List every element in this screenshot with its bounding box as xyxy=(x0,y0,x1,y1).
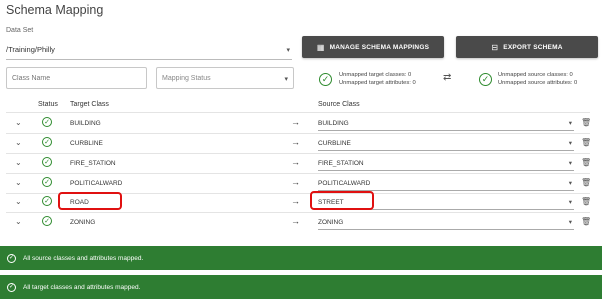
chevron-down-icon[interactable]: ⌄ xyxy=(15,197,22,206)
unmapped-source-info: Unmapped source classes: 0 Unmapped sour… xyxy=(498,71,577,87)
arrow-right-icon: → xyxy=(291,137,300,147)
chevron-down-icon[interactable]: ⌄ xyxy=(15,217,22,226)
check-circle-icon: ✓ xyxy=(42,196,52,206)
target-class-name: POLITICALWARD xyxy=(70,180,123,187)
highlight-box xyxy=(58,192,122,210)
trash-icon[interactable]: 🗑 xyxy=(581,138,591,147)
export-icon: ⊟ xyxy=(491,42,499,52)
row-divider xyxy=(6,153,590,154)
source-class-select[interactable]: BUILDING ▾ xyxy=(318,116,574,131)
unmapped-target-attributes: Unmapped target attributes: 0 xyxy=(339,80,416,86)
trash-icon[interactable]: 🗑 xyxy=(581,178,591,187)
table-icon: ▦ xyxy=(316,42,325,52)
source-class-value: FIRE_STATION xyxy=(318,160,364,167)
chevron-down-icon[interactable]: ⌄ xyxy=(15,178,22,187)
chevron-down-icon[interactable]: ⌄ xyxy=(15,138,22,147)
target-class-name: CURBLINE xyxy=(70,140,103,147)
class-name-input[interactable] xyxy=(6,67,147,89)
check-circle-icon: ✓ xyxy=(479,73,492,86)
unmapped-source-classes: Unmapped source classes: 0 xyxy=(498,72,573,78)
export-button-label: EXPORT SCHEMA xyxy=(503,43,563,51)
dropdown-caret-icon: ▾ xyxy=(568,219,572,226)
target-class-name: ROAD xyxy=(70,199,89,206)
check-circle-icon: ✓ xyxy=(42,177,52,187)
unmapped-target-info: Unmapped target classes: 0 Unmapped targ… xyxy=(339,71,416,87)
arrow-right-icon: → xyxy=(291,216,300,226)
mapping-status-select[interactable]: Mapping Status ▾ xyxy=(156,67,294,89)
dropdown-caret-icon: ▾ xyxy=(284,76,288,83)
mapping-status-placeholder: Mapping Status xyxy=(162,75,211,82)
source-class-column-header: Source Class xyxy=(318,101,360,108)
arrow-right-icon: → xyxy=(291,196,300,206)
target-class-name: ZONING xyxy=(70,219,96,226)
dropdown-caret-icon: ▾ xyxy=(568,199,572,206)
trash-icon[interactable]: 🗑 xyxy=(581,197,591,206)
dataset-label: Data Set xyxy=(6,27,34,34)
check-circle-icon: ✓ xyxy=(42,117,52,127)
unmapped-source-attributes: Unmapped source attributes: 0 xyxy=(498,80,578,86)
row-divider xyxy=(6,173,590,174)
check-circle-icon: ✓ xyxy=(319,73,332,86)
source-class-value: POLITICALWARD xyxy=(318,180,371,187)
class-name-field[interactable] xyxy=(12,75,132,82)
target-banner-text: All target classes and attributes mapped… xyxy=(23,283,141,291)
highlight-box xyxy=(310,191,374,210)
page-title: Schema Mapping xyxy=(6,3,104,17)
trash-icon[interactable]: 🗑 xyxy=(581,158,591,167)
dropdown-caret-icon: ▾ xyxy=(286,47,290,54)
source-class-select[interactable]: FIRE_STATION ▾ xyxy=(318,156,574,171)
source-mapped-banner: ✓ All source classes and attributes mapp… xyxy=(0,246,602,270)
target-mapped-banner: ✓ All target classes and attributes mapp… xyxy=(0,275,602,299)
source-class-select[interactable]: ZONING ▾ xyxy=(318,215,574,230)
manage-button-label: MANAGE SCHEMA MAPPINGS xyxy=(329,43,430,51)
header-divider xyxy=(6,112,590,113)
source-banner-text: All source classes and attributes mapped… xyxy=(23,254,144,262)
swap-arrows-icon[interactable]: ⇄ xyxy=(443,72,451,83)
status-column-header: Status xyxy=(38,101,58,108)
dataset-select[interactable]: /Training/Philly ▾ xyxy=(6,41,292,60)
dropdown-caret-icon: ▾ xyxy=(568,140,572,147)
check-circle-icon: ✓ xyxy=(42,157,52,167)
arrow-right-icon: → xyxy=(291,157,300,167)
unmapped-target-classes: Unmapped target classes: 0 xyxy=(339,72,412,78)
target-class-name: FIRE_STATION xyxy=(70,160,116,167)
arrow-right-icon: → xyxy=(291,177,300,187)
trash-icon[interactable]: 🗑 xyxy=(581,217,591,226)
arrow-right-icon: → xyxy=(291,117,300,127)
source-class-value: BUILDING xyxy=(318,120,349,127)
dataset-value: /Training/Philly xyxy=(6,45,55,54)
target-class-column-header: Target Class xyxy=(70,101,109,108)
dropdown-caret-icon: ▾ xyxy=(568,160,572,167)
dropdown-caret-icon: ▾ xyxy=(568,180,572,187)
check-circle-icon: ✓ xyxy=(42,137,52,147)
chevron-down-icon[interactable]: ⌄ xyxy=(15,158,22,167)
target-class-name: BUILDING xyxy=(70,120,101,127)
manage-schema-mappings-button[interactable]: ▦ MANAGE SCHEMA MAPPINGS xyxy=(302,36,444,58)
check-circle-icon: ✓ xyxy=(7,253,16,263)
check-circle-icon: ✓ xyxy=(42,216,52,226)
source-class-select[interactable]: CURBLINE ▾ xyxy=(318,136,574,151)
trash-icon[interactable]: 🗑 xyxy=(581,118,591,127)
export-schema-button[interactable]: ⊟ EXPORT SCHEMA xyxy=(456,36,598,58)
source-class-value: CURBLINE xyxy=(318,140,351,147)
source-class-select[interactable]: POLITICALWARD ▾ xyxy=(318,176,574,191)
source-class-value: ZONING xyxy=(318,219,344,226)
dropdown-caret-icon: ▾ xyxy=(568,120,572,127)
check-circle-icon: ✓ xyxy=(7,282,16,292)
row-divider xyxy=(6,212,590,213)
chevron-down-icon[interactable]: ⌄ xyxy=(15,118,22,127)
row-divider xyxy=(6,133,590,134)
